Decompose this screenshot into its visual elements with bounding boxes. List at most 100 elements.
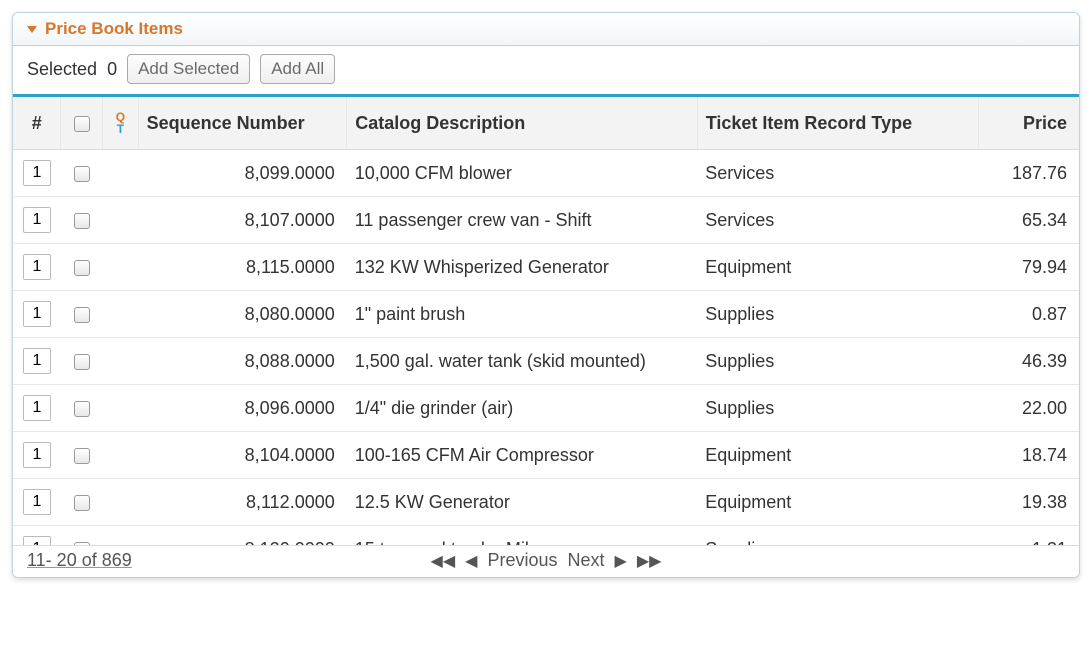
price-book-panel: Price Book Items Selected 0 Add Selected…: [12, 12, 1080, 578]
row-description: 132 KW Whisperized Generator: [347, 244, 697, 291]
qty-input[interactable]: [23, 301, 51, 327]
row-price: 22.00: [979, 385, 1079, 432]
row-sequence: 8,107.0000: [138, 197, 347, 244]
row-sequence: 8,115.0000: [138, 244, 347, 291]
row-price: 46.39: [979, 338, 1079, 385]
row-price: 0.87: [979, 291, 1079, 338]
panel-title: Price Book Items: [45, 19, 183, 39]
panel-header: Price Book Items: [13, 13, 1079, 46]
qty-input[interactable]: [23, 160, 51, 186]
table-row: 8,115.0000132 KW Whisperized GeneratorEq…: [13, 244, 1079, 291]
row-record-type: Equipment: [697, 244, 979, 291]
row-record-type: Supplies: [697, 291, 979, 338]
row-description: 100-165 CFM Air Compressor: [347, 432, 697, 479]
header-row: # Q T Sequence Number Catalog Descriptio…: [13, 97, 1079, 150]
row-price: 79.94: [979, 244, 1079, 291]
qt-bottom: T: [111, 123, 129, 135]
row-checkbox[interactable]: [74, 354, 90, 370]
table-row: 8,080.00001" paint brushSupplies0.87: [13, 291, 1079, 338]
row-sequence: 8,080.0000: [138, 291, 347, 338]
pager: 11- 20 of 869 ◀◀ ◀ Previous Next ▶ ▶▶: [13, 545, 1079, 577]
row-price: 187.76: [979, 150, 1079, 197]
row-qt-cell: [103, 244, 138, 291]
row-qt-cell: [103, 291, 138, 338]
header-qt[interactable]: Q T: [103, 97, 138, 150]
row-checkbox[interactable]: [74, 166, 90, 182]
next-button[interactable]: Next: [568, 550, 605, 571]
row-record-type: Supplies: [697, 338, 979, 385]
row-checkbox[interactable]: [74, 260, 90, 276]
row-sequence: 8,096.0000: [138, 385, 347, 432]
table-row: 8,099.000010,000 CFM blowerServices187.7…: [13, 150, 1079, 197]
row-description: 15 ton road truck - Mileage: [347, 526, 697, 546]
last-page-icon[interactable]: ▶▶: [637, 551, 662, 571]
row-description: 1/4" die grinder (air): [347, 385, 697, 432]
grid: # Q T Sequence Number Catalog Descriptio…: [13, 97, 1079, 577]
row-checkbox[interactable]: [74, 495, 90, 511]
row-record-type: Supplies: [697, 385, 979, 432]
header-select-all[interactable]: [61, 97, 103, 150]
table-scroll[interactable]: # Q T Sequence Number Catalog Descriptio…: [13, 97, 1079, 545]
row-checkbox[interactable]: [74, 401, 90, 417]
row-sequence: 8,112.0000: [138, 479, 347, 526]
row-price: 1.31: [979, 526, 1079, 546]
row-description: 1,500 gal. water tank (skid mounted): [347, 338, 697, 385]
row-sequence: 8,120.0000: [138, 526, 347, 546]
row-qt-cell: [103, 385, 138, 432]
qty-input[interactable]: [23, 254, 51, 280]
previous-button[interactable]: Previous: [487, 550, 557, 571]
row-qt-cell: [103, 479, 138, 526]
header-price[interactable]: Price: [979, 97, 1079, 150]
page-range[interactable]: 11- 20 of 869: [27, 550, 132, 571]
pager-nav: ◀◀ ◀ Previous Next ▶ ▶▶: [431, 550, 662, 571]
row-checkbox[interactable]: [74, 213, 90, 229]
row-price: 65.34: [979, 197, 1079, 244]
toolbar: Selected 0 Add Selected Add All: [13, 46, 1079, 97]
row-description: 11 passenger crew van - Shift: [347, 197, 697, 244]
select-all-checkbox[interactable]: [74, 116, 90, 132]
row-record-type: Equipment: [697, 432, 979, 479]
row-record-type: Services: [697, 150, 979, 197]
header-qty[interactable]: #: [13, 97, 61, 150]
row-checkbox[interactable]: [74, 448, 90, 464]
add-selected-button[interactable]: Add Selected: [127, 54, 250, 84]
row-description: 10,000 CFM blower: [347, 150, 697, 197]
row-sequence: 8,088.0000: [138, 338, 347, 385]
table-row: 8,104.0000100-165 CFM Air CompressorEqui…: [13, 432, 1079, 479]
row-record-type: Equipment: [697, 479, 979, 526]
table-row: 8,096.00001/4" die grinder (air)Supplies…: [13, 385, 1079, 432]
qty-input[interactable]: [23, 348, 51, 374]
qty-input[interactable]: [23, 489, 51, 515]
qty-input[interactable]: [23, 536, 51, 545]
row-sequence: 8,104.0000: [138, 432, 347, 479]
next-page-icon[interactable]: ▶: [615, 551, 627, 571]
row-qt-cell: [103, 526, 138, 546]
row-qt-cell: [103, 150, 138, 197]
prev-page-icon[interactable]: ◀: [465, 551, 477, 571]
qty-input[interactable]: [23, 395, 51, 421]
selected-label: Selected: [27, 59, 97, 80]
row-checkbox[interactable]: [74, 307, 90, 323]
price-book-table: # Q T Sequence Number Catalog Descriptio…: [13, 97, 1079, 545]
disclosure-triangle-icon[interactable]: [27, 26, 37, 33]
header-description[interactable]: Catalog Description: [347, 97, 697, 150]
row-price: 19.38: [979, 479, 1079, 526]
row-qt-cell: [103, 432, 138, 479]
row-description: 1" paint brush: [347, 291, 697, 338]
qty-input[interactable]: [23, 207, 51, 233]
first-page-icon[interactable]: ◀◀: [431, 551, 456, 571]
selected-count: 0: [107, 59, 117, 80]
row-description: 12.5 KW Generator: [347, 479, 697, 526]
table-row: 8,107.000011 passenger crew van - ShiftS…: [13, 197, 1079, 244]
row-qt-cell: [103, 197, 138, 244]
table-row: 8,112.000012.5 KW GeneratorEquipment19.3…: [13, 479, 1079, 526]
row-price: 18.74: [979, 432, 1079, 479]
row-qt-cell: [103, 338, 138, 385]
header-sequence[interactable]: Sequence Number: [138, 97, 347, 150]
qty-input[interactable]: [23, 442, 51, 468]
header-record-type[interactable]: Ticket Item Record Type: [697, 97, 979, 150]
table-row: 8,120.000015 ton road truck - MileageSup…: [13, 526, 1079, 546]
add-all-button[interactable]: Add All: [260, 54, 335, 84]
row-record-type: Services: [697, 197, 979, 244]
row-sequence: 8,099.0000: [138, 150, 347, 197]
